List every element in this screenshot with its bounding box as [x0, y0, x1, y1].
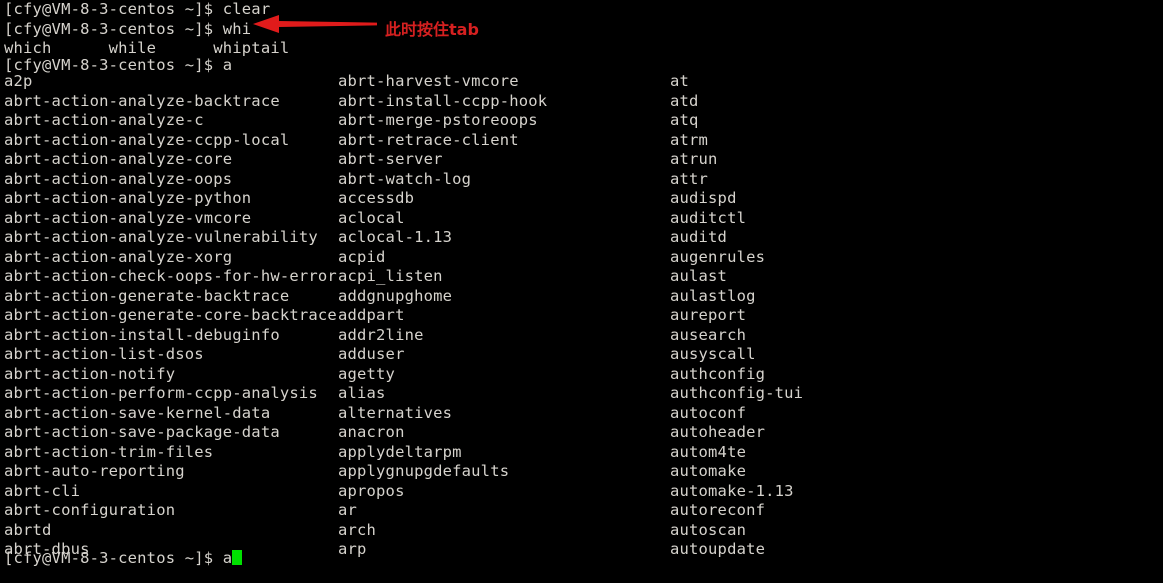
completion-item: auditctl	[670, 208, 747, 227]
completion-item: audispd	[670, 189, 737, 207]
completion-item: abrt-action-save-package-data	[4, 423, 280, 441]
completion-item: abrt-watch-log	[338, 169, 472, 188]
completion-item: abrt-action-check-oops-for-hw-error	[4, 267, 337, 285]
completion-item: agetty	[338, 364, 396, 383]
completion-item: acpi_listen	[338, 267, 443, 285]
completion-column-3: at atd atq atrm atrun attr audispd auditctl audi…	[670, 72, 803, 560]
completion-item: authconfig-tui	[670, 384, 804, 402]
completion-item: auditd	[670, 228, 728, 246]
completion-item: automake-1.13	[670, 481, 794, 500]
completion-item: addgnupghome	[338, 286, 453, 305]
completion-item: acpid	[338, 247, 386, 266]
completion-item: abrt-install-ccpp-hook	[338, 91, 548, 110]
completion-item: abrt-action-list-dsos	[4, 345, 204, 363]
completion-item: augenrules	[670, 247, 766, 266]
completion-item: aclocal	[338, 208, 405, 227]
completion-item: abrt-action-analyze-backtrace	[4, 91, 280, 110]
completion-item: attr	[670, 169, 709, 188]
completion-item: abrt-auto-reporting	[4, 462, 185, 480]
completion-item: abrt-action-perform-ccpp-analysis	[4, 384, 318, 402]
completion-item: ausearch	[670, 325, 747, 344]
completion-item: arp	[338, 540, 367, 558]
completion-item: abrt-action-generate-core-backtrace	[4, 306, 337, 324]
terminal-window[interactable]: [cfy@VM-8-3-centos ~]$ clear [cfy@VM-8-3…	[0, 0, 1163, 583]
completion-item: a2p	[4, 72, 33, 90]
completion-item: applydeltarpm	[338, 442, 462, 461]
completion-item: abrt-harvest-vmcore	[338, 72, 519, 90]
completion-item: autoreconf	[670, 501, 766, 519]
completion-item: abrt-configuration	[4, 501, 176, 519]
completion-item: autom4te	[670, 442, 747, 461]
completion-item: automake	[670, 462, 747, 480]
terminal-cursor	[232, 550, 242, 565]
completion-column-1: a2p abrt-action-analyze-backtrace abrt-act…	[4, 72, 337, 560]
completion-item: applygnupgdefaults	[338, 462, 510, 480]
completion-item: atd	[670, 91, 699, 110]
completion-item: abrt-action-trim-files	[4, 442, 214, 461]
completion-item: abrt-action-analyze-core	[4, 150, 233, 168]
completion-item: accessdb	[338, 189, 415, 207]
terminal-final-prompt-line[interactable]: [cfy@VM-8-3-centos ~]$ a	[4, 549, 242, 569]
completion-column-2: abrt-harvest-vmcore abrt-install-ccpp-hoo…	[338, 72, 547, 560]
completion-item: adduser	[338, 345, 405, 363]
completion-item: alias	[338, 384, 386, 402]
terminal-line-whi: [cfy@VM-8-3-centos ~]$ whi	[4, 19, 252, 38]
completion-item: abrt-action-generate-backtrace	[4, 286, 290, 305]
completion-item: autoupdate	[670, 540, 766, 558]
completion-item: atrm	[670, 130, 709, 149]
completion-item: autoheader	[670, 423, 766, 441]
completion-item: abrt-action-analyze-vulnerability	[4, 228, 318, 246]
completion-item: abrt-action-analyze-vmcore	[4, 208, 252, 227]
final-prompt-text: [cfy@VM-8-3-centos ~]$ a	[4, 549, 233, 567]
completion-item: abrt-action-install-debuginfo	[4, 325, 280, 344]
completion-item: abrt-action-analyze-ccpp-local	[4, 130, 290, 149]
completion-item: abrt-action-analyze-xorg	[4, 247, 233, 266]
completion-item: alternatives	[338, 403, 453, 422]
completion-item: ar	[338, 501, 358, 519]
completion-item: ausyscall	[670, 345, 756, 363]
completion-item: aclocal-1.13	[338, 228, 453, 246]
completion-item: aureport	[670, 306, 747, 324]
completion-item: aulast	[670, 267, 728, 285]
completion-item: abrt-action-analyze-python	[4, 189, 252, 207]
annotation-label: 此时按住tab	[385, 20, 479, 39]
completion-item: aulastlog	[670, 286, 756, 305]
completion-item: abrt-action-analyze-oops	[4, 169, 233, 188]
completion-item: authconfig	[670, 364, 766, 383]
completion-item: anacron	[338, 423, 405, 441]
completion-item: abrt-merge-pstoreoops	[338, 111, 538, 129]
completion-item: atq	[670, 111, 699, 129]
completion-item: at	[670, 72, 690, 90]
completion-item: arch	[338, 520, 377, 539]
completion-item: abrtd	[4, 520, 52, 539]
completion-item: abrt-server	[338, 150, 443, 168]
completion-item: abrt-cli	[4, 481, 81, 500]
completion-item: abrt-action-notify	[4, 364, 176, 383]
annotation-arrow-icon	[253, 15, 377, 33]
completion-item: autoscan	[670, 520, 747, 539]
completion-item: abrt-action-analyze-c	[4, 111, 204, 129]
completion-item: atrun	[670, 150, 718, 168]
completion-item: apropos	[338, 481, 405, 500]
completion-item: abrt-retrace-client	[338, 130, 519, 149]
completion-item: abrt-action-save-kernel-data	[4, 403, 271, 422]
completion-item: autoconf	[670, 403, 747, 422]
completion-item: addr2line	[338, 325, 424, 344]
completion-item: addpart	[338, 306, 405, 324]
terminal-line-clear: [cfy@VM-8-3-centos ~]$ clear	[4, 0, 271, 18]
